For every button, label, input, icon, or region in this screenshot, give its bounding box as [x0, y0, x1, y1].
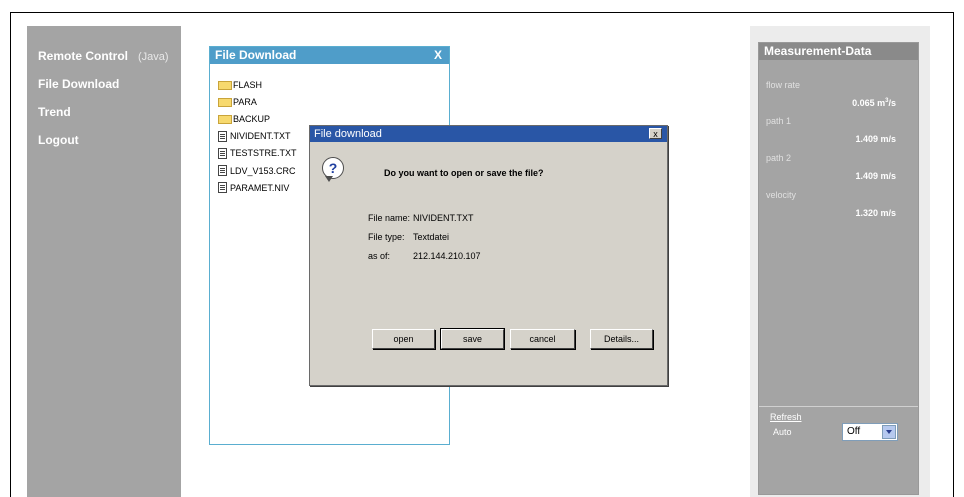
- cancel-button[interactable]: cancel: [510, 329, 575, 349]
- refresh-divider: [759, 406, 918, 407]
- file-type-value: Textdatei: [413, 232, 450, 242]
- velocity-value: 1.320 m/s: [855, 208, 896, 218]
- document-icon: [218, 182, 227, 194]
- file-item-label: FLASH: [233, 79, 263, 90]
- file-item-label: PARAMET.NIV: [230, 182, 290, 193]
- measurement-data-box: Measurement-Data flow rate 0.065 m3/s pa…: [758, 42, 919, 495]
- file-item-ldv[interactable]: LDV_V153.CRC: [218, 162, 297, 179]
- chevron-down-icon[interactable]: [882, 425, 896, 439]
- sidebar-nav: Remote Control (Java) File Download Trend…: [27, 26, 181, 497]
- dialog-question: Do you want to open or save the file?: [384, 168, 544, 178]
- path1-value: 1.409 m/s: [855, 134, 896, 144]
- nav-logout[interactable]: Logout: [38, 133, 79, 147]
- dialog-title-bar: File download x: [310, 126, 667, 142]
- document-icon: [218, 165, 227, 177]
- flow-rate-value: 0.065 m3/s: [852, 98, 896, 108]
- nav-trend[interactable]: Trend: [38, 105, 71, 119]
- file-list: FLASH PARA BACKUP NIVIDENT.TXT TESTSTRE.…: [218, 76, 297, 196]
- measurement-title: Measurement-Data: [759, 43, 918, 60]
- measurement-panel: Measurement-Data flow rate 0.065 m3/s pa…: [750, 26, 930, 497]
- file-name-row: File name: NIVIDENT.TXT: [368, 213, 474, 223]
- flow-rate-unit-tail: /s: [888, 98, 896, 108]
- path1-label: path 1: [766, 116, 792, 126]
- nav-file-download[interactable]: File Download: [38, 77, 119, 91]
- nav-remote-control[interactable]: Remote Control (Java): [38, 49, 169, 63]
- path2-value: 1.409 m/s: [855, 171, 896, 181]
- file-item-paramet[interactable]: PARAMET.NIV: [218, 179, 297, 196]
- file-name-value: NIVIDENT.TXT: [413, 213, 474, 223]
- file-item-flash[interactable]: FLASH: [218, 76, 297, 93]
- path2-label: path 2: [766, 153, 792, 163]
- file-item-label: TESTSTRE.TXT: [230, 148, 297, 159]
- file-panel-title-text: File Download: [215, 48, 297, 62]
- file-item-backup[interactable]: BACKUP: [218, 110, 297, 127]
- document-icon: [218, 130, 227, 142]
- file-panel-title: File Download X: [210, 47, 449, 64]
- file-item-label: LDV_V153.CRC: [230, 165, 296, 176]
- file-item-para[interactable]: PARA: [218, 93, 297, 110]
- auto-refresh-value: Off: [847, 426, 861, 437]
- nav-remote-control-label: Remote Control: [38, 49, 128, 63]
- save-button[interactable]: save: [440, 328, 505, 350]
- file-item-label: NIVIDENT.TXT: [230, 131, 291, 142]
- file-item-label: PARA: [233, 96, 257, 107]
- folder-icon: [218, 98, 232, 108]
- file-type-row: File type: Textdatei: [368, 232, 449, 242]
- file-panel-close-button[interactable]: X: [434, 47, 442, 64]
- auto-label: Auto: [773, 427, 792, 437]
- dialog-close-button[interactable]: x: [649, 128, 662, 139]
- file-item-nivident[interactable]: NIVIDENT.TXT: [218, 128, 297, 145]
- folder-icon: [218, 81, 232, 91]
- question-icon-tail: [325, 176, 333, 182]
- file-item-label: BACKUP: [233, 113, 271, 124]
- velocity-label: velocity: [766, 190, 797, 200]
- auto-refresh-select[interactable]: Off: [842, 423, 898, 441]
- as-of-value: 212.144.210.107: [413, 251, 481, 261]
- folder-icon: [218, 115, 232, 125]
- file-download-dialog: File download x ? Do you want to open or…: [309, 125, 668, 386]
- as-of-row: as of: 212.144.210.107: [368, 251, 481, 261]
- open-button[interactable]: open: [372, 329, 435, 349]
- file-type-label: File type:: [368, 232, 405, 242]
- dialog-title: File download: [314, 128, 382, 140]
- details-button[interactable]: Details...: [590, 329, 653, 349]
- file-name-label: File name:: [368, 213, 411, 223]
- as-of-label: as of:: [368, 251, 391, 261]
- flow-rate-number: 0.065 m: [852, 98, 886, 108]
- flow-rate-label: flow rate: [766, 80, 801, 90]
- document-icon: [218, 147, 227, 159]
- nav-remote-control-sub: (Java): [138, 51, 169, 63]
- refresh-link[interactable]: Refresh: [770, 412, 802, 422]
- file-item-teststre[interactable]: TESTSTRE.TXT: [218, 145, 297, 162]
